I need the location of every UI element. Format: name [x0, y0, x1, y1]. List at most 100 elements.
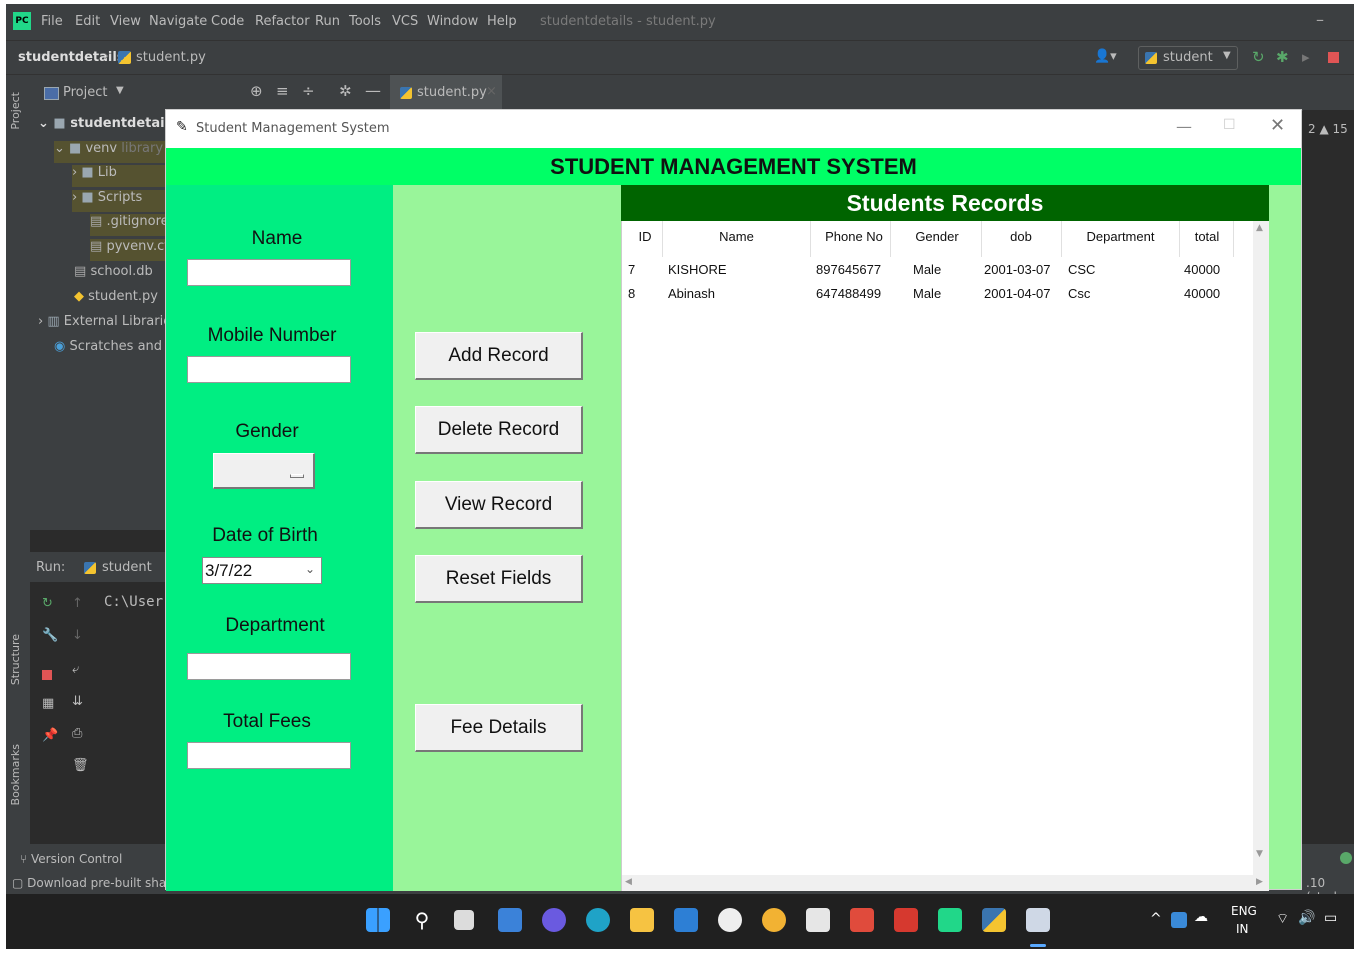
column-header-gender[interactable]: Gender	[892, 229, 982, 249]
column-header-name[interactable]: Name	[664, 229, 809, 249]
gender-dropdown[interactable]	[213, 453, 315, 489]
tree-item-schooldb[interactable]: ▤ school.db	[74, 264, 153, 286]
scroll-right-icon[interactable]: ▶	[1256, 877, 1263, 887]
table-row[interactable]: 7 KISHORE 897645677 Male 2001-03-07 CSC …	[622, 257, 1234, 281]
scroll-down-icon[interactable]: ▼	[1256, 849, 1263, 859]
run-tab[interactable]: student	[102, 560, 152, 575]
tree-item-studentpy[interactable]: ◆ student.py	[74, 289, 158, 311]
menu-edit[interactable]: Edit	[75, 14, 100, 29]
task-view-icon[interactable]	[454, 910, 474, 930]
editor-tab-student[interactable]: student.py ×	[390, 75, 502, 111]
menu-file[interactable]: File	[41, 14, 63, 29]
tree-item-scripts[interactable]: › ■ Scripts	[72, 190, 174, 212]
version-control-tab[interactable]: ⑂ Version Control	[20, 852, 122, 866]
locate-icon[interactable]: ⊕	[250, 82, 263, 100]
file-explorer-icon[interactable]	[630, 908, 654, 932]
add-record-button[interactable]: Add Record	[415, 332, 583, 380]
menu-view[interactable]: View	[110, 14, 141, 29]
volume-icon[interactable]: 🔊	[1298, 910, 1315, 926]
project-label[interactable]: Project	[63, 85, 107, 100]
menu-code[interactable]: Code	[211, 14, 244, 29]
soft-wrap-icon[interactable]: ⤶	[72, 662, 79, 677]
hide-icon[interactable]: —	[365, 81, 381, 100]
down-arrow-icon[interactable]: ↓	[72, 628, 83, 643]
column-header-department[interactable]: Department	[1063, 229, 1178, 249]
close-icon[interactable]: ✕	[1270, 115, 1285, 136]
rerun-icon[interactable]: ↻	[42, 596, 53, 611]
language-indicator[interactable]: ENG	[1231, 904, 1257, 918]
minimize-icon[interactable]: —	[1176, 117, 1192, 136]
collapse-all-icon[interactable]: ÷	[302, 82, 315, 100]
search-icon[interactable]: ⚲	[410, 908, 434, 932]
dob-date-picker[interactable]: 3/7/22 ⌄	[202, 557, 322, 584]
menu-navigate[interactable]: Navigate	[149, 14, 207, 29]
wps-writer-icon[interactable]	[894, 908, 918, 932]
horizontal-scrollbar[interactable]: ◀ ▶	[622, 875, 1269, 891]
scroll-end-icon[interactable]: ⇊	[72, 694, 83, 709]
trash-icon[interactable]: 🗑	[72, 758, 89, 773]
tree-item-scratches[interactable]: ◉ Scratches and C	[54, 339, 175, 361]
chevron-up-icon[interactable]: ^	[1150, 911, 1162, 927]
stop-icon[interactable]	[42, 670, 52, 680]
layout-icon[interactable]: ▦	[42, 696, 54, 711]
edge-icon[interactable]	[586, 908, 610, 932]
project-side-label[interactable]: Project	[9, 92, 22, 130]
department-input[interactable]	[187, 653, 351, 680]
view-record-button[interactable]: View Record	[415, 481, 583, 529]
coverage-icon[interactable]: ▸	[1302, 48, 1310, 66]
tree-item-pyvenv[interactable]: ▤ pyvenv.cf	[90, 239, 174, 261]
rerun-icon[interactable]: ↻	[1252, 48, 1265, 66]
help-icon[interactable]	[762, 908, 786, 932]
chatgpt-icon[interactable]	[718, 908, 742, 932]
menu-refactor[interactable]: Refactor	[255, 14, 310, 29]
wrench-icon[interactable]: 🔧	[42, 628, 58, 643]
fees-input[interactable]	[187, 742, 351, 769]
battery-icon[interactable]: ▭	[1324, 910, 1337, 926]
column-header-id[interactable]: ID	[630, 229, 660, 249]
tree-item-external[interactable]: › ▥ External Librarie	[38, 314, 171, 336]
structure-side-label[interactable]: Structure	[9, 634, 22, 685]
delete-record-button[interactable]: Delete Record	[415, 406, 583, 454]
menu-tools[interactable]: Tools	[349, 14, 381, 29]
tree-item-lib[interactable]: › ■ Lib	[72, 165, 174, 187]
user-icon[interactable]: 👤▾	[1094, 49, 1117, 64]
obs-icon[interactable]	[806, 908, 830, 932]
onedrive-icon[interactable]	[1171, 912, 1187, 928]
column-header-phone[interactable]: Phone No	[812, 229, 896, 249]
widgets-icon[interactable]	[498, 908, 522, 932]
menu-help[interactable]: Help	[487, 14, 517, 29]
column-header-total[interactable]: total	[1181, 229, 1233, 249]
notification-icon[interactable]	[1340, 852, 1352, 864]
pycharm-icon[interactable]	[938, 908, 962, 932]
scroll-left-icon[interactable]: ◀	[625, 877, 632, 887]
menu-vcs[interactable]: VCS	[392, 14, 418, 29]
reset-fields-button[interactable]: Reset Fields	[415, 555, 583, 603]
tree-item-root[interactable]: ⌄ ■ studentdetails	[38, 116, 177, 138]
menu-window[interactable]: Window	[427, 14, 478, 29]
name-input[interactable]	[187, 259, 351, 286]
wifi-icon[interactable]: ⌔	[1276, 910, 1289, 928]
tree-item-venv[interactable]: ⌄ ■ venv library	[54, 141, 174, 163]
gear-icon[interactable]: ✲	[339, 82, 352, 100]
windows-start-icon[interactable]	[366, 908, 390, 932]
wps-office-icon[interactable]	[850, 908, 874, 932]
debug-icon[interactable]: ✱	[1276, 48, 1289, 66]
mobile-input[interactable]	[187, 356, 351, 383]
chat-icon[interactable]	[542, 908, 566, 932]
tkinter-app-icon[interactable]	[1026, 908, 1050, 932]
maximize-icon[interactable]: ☐	[1223, 117, 1236, 133]
menu-run[interactable]: Run	[315, 14, 340, 29]
table-row[interactable]: 8 Abinash 647488499 Male 2001-04-07 Csc …	[622, 281, 1234, 305]
pin-icon[interactable]: 📌	[42, 728, 58, 743]
breadcrumb-file[interactable]: student.py	[136, 50, 206, 65]
up-arrow-icon[interactable]: ↑	[72, 596, 83, 611]
stop-icon[interactable]	[1328, 52, 1339, 63]
run-config-dropdown[interactable]: student ▼	[1138, 46, 1238, 70]
close-icon[interactable]: ×	[486, 84, 497, 99]
vertical-scrollbar[interactable]: ▲ ▼	[1253, 221, 1269, 875]
column-header-dob[interactable]: dob	[983, 229, 1059, 249]
fee-details-button[interactable]: Fee Details	[415, 704, 583, 752]
scroll-up-icon[interactable]: ▲	[1256, 223, 1263, 233]
cloud-icon[interactable]: ☁	[1194, 909, 1208, 925]
python-icon[interactable]	[982, 908, 1006, 932]
